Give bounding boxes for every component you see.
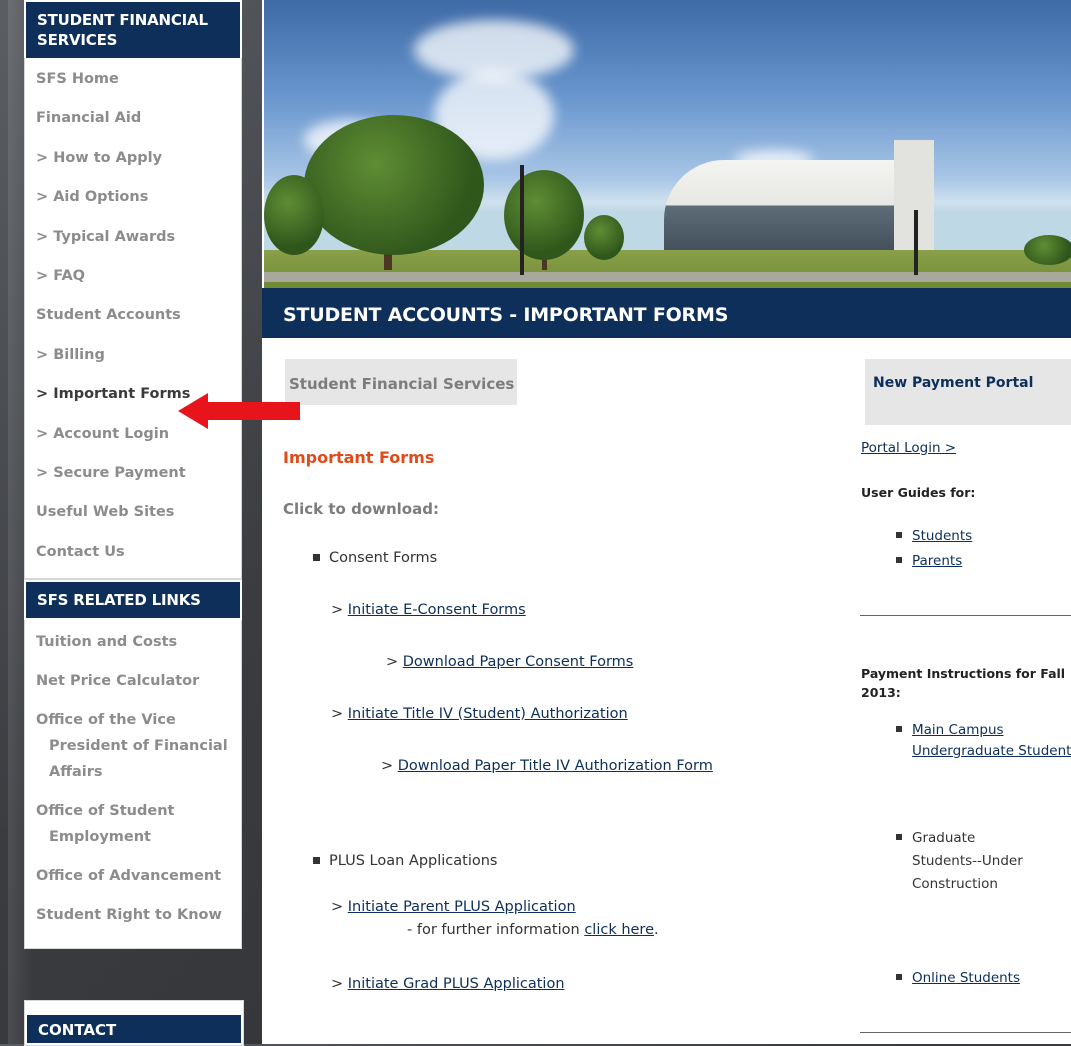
- title-iv-row: > Initiate Title IV (Student) Authorizat…: [331, 706, 628, 722]
- main-campus-link[interactable]: Main Campus Undergraduate Students: [896, 722, 1071, 759]
- divider: [860, 1032, 1071, 1033]
- related-link-label: Net Price Calculator: [36, 672, 200, 689]
- consent-forms-label: Consent Forms: [329, 550, 438, 566]
- arrow-prefix: >: [331, 976, 344, 992]
- related-link-right-to-know[interactable]: Student Right to Know: [25, 895, 241, 934]
- sidebar-menu-box: SFS Home Financial Aid > How to Apply > …: [24, 58, 242, 580]
- click-here-link[interactable]: click here: [584, 922, 654, 938]
- further-info-row: - for further information click here.: [407, 922, 659, 938]
- bullet-icon: [313, 553, 320, 561]
- payment-instructions-label: Payment Instructions for Fall 2013:: [861, 664, 1065, 702]
- sidebar-item-student-accounts[interactable]: Student Accounts: [25, 296, 241, 335]
- students-guide-row: Students: [896, 528, 972, 544]
- initiate-title-iv-link[interactable]: Initiate Title IV (Student) Authorizatio…: [348, 706, 628, 722]
- sidebar-item-contact-us[interactable]: Contact Us: [25, 533, 241, 572]
- sidebar-item-secure-payment[interactable]: > Secure Payment: [25, 454, 241, 493]
- e-consent-row: > Initiate E-Consent Forms: [331, 602, 526, 618]
- user-guides-label: User Guides for:: [861, 485, 976, 500]
- related-link-label: Office of the Vice: [36, 711, 176, 728]
- related-links-list: Tuition and Costs Net Price Calculator O…: [25, 620, 241, 940]
- parents-guide-link[interactable]: Parents: [912, 553, 962, 569]
- related-links-header: SFS RELATED LINKS: [24, 580, 242, 621]
- contact-box: CONTACT: [24, 1000, 244, 1046]
- bullet-icon: [896, 726, 902, 732]
- further-info-text: - for further information: [407, 922, 580, 938]
- related-link-advancement[interactable]: Office of Advancement: [25, 856, 241, 895]
- sidebar-item-sfs-home[interactable]: SFS Home: [25, 60, 241, 99]
- sidebar-item-faq[interactable]: > FAQ: [25, 257, 241, 296]
- bullet-icon: [896, 532, 902, 538]
- sidebar-item-financial-aid[interactable]: Financial Aid: [25, 99, 241, 138]
- bullet-icon: [313, 856, 320, 864]
- sidebar-item-how-to-apply[interactable]: > How to Apply: [25, 139, 241, 178]
- initiate-parent-plus-link[interactable]: Initiate Parent PLUS Application: [348, 899, 576, 915]
- online-students-row: Online Students: [896, 970, 1020, 986]
- arrow-prefix: >: [331, 706, 344, 722]
- plus-loan-label: PLUS Loan Applications: [329, 853, 498, 869]
- parent-plus-row: > Initiate Parent PLUS Application: [331, 899, 576, 915]
- arrow-prefix: >: [331, 602, 344, 618]
- sidebar-item-useful-web-sites[interactable]: Useful Web Sites: [25, 493, 241, 532]
- graduate-row: Graduate Students--Under Construction: [896, 827, 1023, 896]
- initiate-grad-plus-link[interactable]: Initiate Grad PLUS Application: [348, 976, 565, 992]
- parents-guide-row: Parents: [896, 553, 962, 569]
- related-link-vice-president[interactable]: Office of the Vice President of Financial…: [25, 700, 241, 791]
- bullet-icon: [896, 974, 902, 980]
- payment-instructions-line1: Payment Instructions for Fall: [861, 666, 1066, 681]
- related-link-label: Student Right to Know: [36, 906, 222, 923]
- related-link-label: Office of Student: [36, 802, 175, 819]
- initiate-e-consent-link[interactable]: Initiate E-Consent Forms: [348, 602, 526, 618]
- main-content: STUDENT ACCOUNTS - IMPORTANT FORMS Stude…: [262, 0, 1071, 1044]
- download-paper-consent-link[interactable]: Download Paper Consent Forms: [403, 654, 634, 670]
- graduate-line2: Students--Under: [912, 853, 1023, 869]
- related-link-net-price[interactable]: Net Price Calculator: [25, 661, 241, 700]
- sidebar-item-billing[interactable]: > Billing: [25, 336, 241, 375]
- graduate-line1: Graduate: [912, 830, 976, 846]
- click-to-download-label: Click to download:: [283, 500, 439, 518]
- graduate-line3: Construction: [912, 876, 998, 892]
- related-link-label: Office of Advancement: [36, 867, 222, 884]
- sfs-section-box: Student Financial Services: [285, 359, 517, 405]
- related-link-label-cont: Employment: [49, 828, 151, 845]
- payment-instructions-line2: 2013:: [861, 685, 901, 700]
- red-arrow-icon: [178, 393, 300, 429]
- main-campus-row: Main Campus Undergraduate Students: [896, 720, 1071, 762]
- main-campus-link-line1: Main Campus: [912, 722, 1004, 738]
- bullet-icon: [896, 834, 902, 840]
- further-info-period: .: [654, 922, 659, 938]
- main-campus-link-line2: Undergraduate Students: [912, 743, 1071, 759]
- arrow-prefix: >: [386, 654, 399, 670]
- paper-title-iv-row: > Download Paper Title IV Authorization …: [381, 758, 713, 774]
- consent-forms-bullet: Consent Forms: [313, 550, 437, 566]
- students-guide-link[interactable]: Students: [912, 528, 972, 544]
- page-title-bar: STUDENT ACCOUNTS - IMPORTANT FORMS: [262, 288, 1071, 338]
- portal-login-link[interactable]: Portal Login >: [861, 440, 956, 456]
- sidebar-header: STUDENT FINANCIAL SERVICES: [24, 0, 242, 58]
- related-link-tuition[interactable]: Tuition and Costs: [25, 622, 241, 661]
- portal-login-row: Portal Login >: [861, 440, 956, 456]
- campus-banner-image: [264, 0, 1071, 288]
- important-forms-heading: Important Forms: [283, 448, 435, 467]
- plus-loan-bullet: PLUS Loan Applications: [313, 853, 497, 869]
- sidebar-nav: STUDENT FINANCIAL SERVICES SFS Home Fina…: [24, 0, 242, 950]
- online-students-link[interactable]: Online Students: [912, 970, 1020, 986]
- sidebar-menu: SFS Home Financial Aid > How to Apply > …: [25, 58, 241, 578]
- arrow-prefix: >: [331, 899, 344, 915]
- contact-header: CONTACT: [27, 1015, 241, 1043]
- sidebar-item-typical-awards[interactable]: > Typical Awards: [25, 218, 241, 257]
- paper-consent-row: > Download Paper Consent Forms: [386, 654, 633, 670]
- payment-portal-box: New Payment Portal: [865, 359, 1071, 425]
- related-link-student-employment[interactable]: Office of Student Employment: [25, 791, 241, 856]
- related-link-label: Tuition and Costs: [36, 633, 178, 650]
- page-title: STUDENT ACCOUNTS - IMPORTANT FORMS: [283, 304, 729, 326]
- divider: [860, 615, 1071, 616]
- sidebar-item-aid-options[interactable]: > Aid Options: [25, 178, 241, 217]
- related-link-label-cont: President of Financial Affairs: [49, 737, 228, 780]
- grad-plus-row: > Initiate Grad PLUS Application: [331, 976, 565, 992]
- arrow-prefix: >: [381, 758, 394, 774]
- related-links-box: SFS RELATED LINKS Tuition and Costs Net …: [24, 579, 242, 950]
- bullet-icon: [896, 557, 902, 563]
- content-area: Student Financial Services Important For…: [262, 338, 1071, 1044]
- download-paper-title-iv-link[interactable]: Download Paper Title IV Authorization Fo…: [398, 758, 713, 774]
